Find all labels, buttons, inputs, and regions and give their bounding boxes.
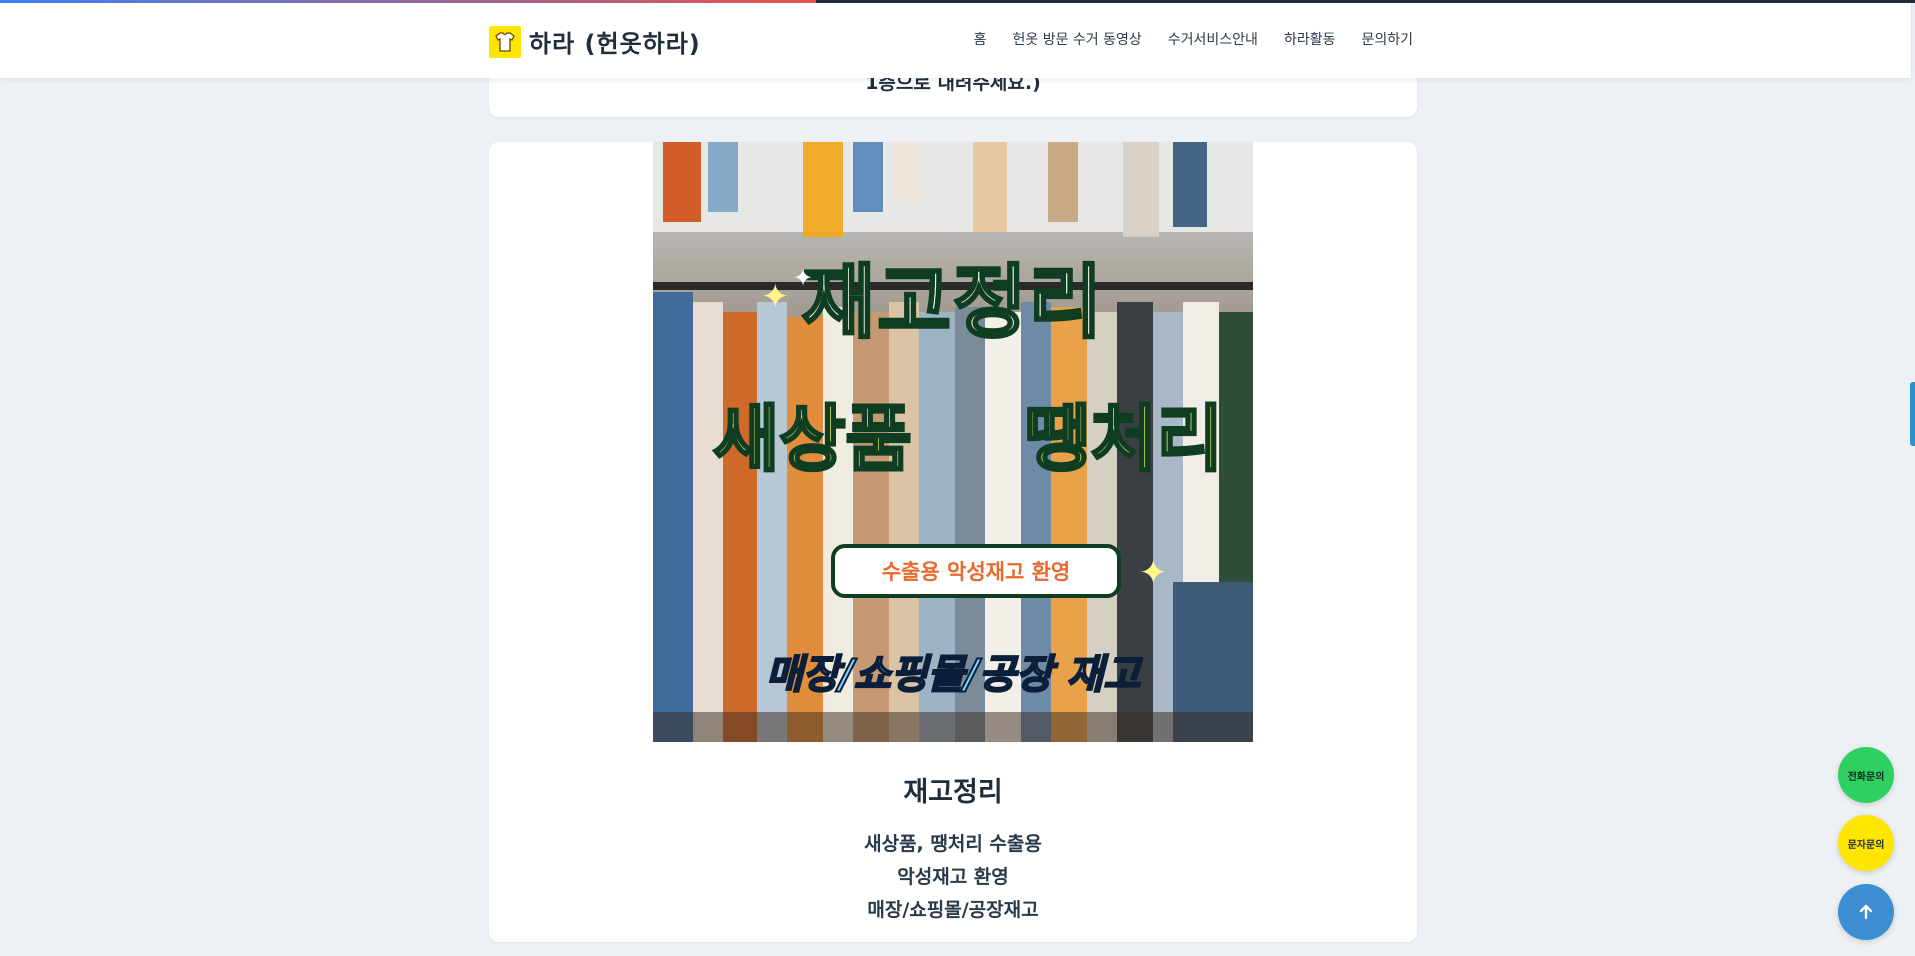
image-pill: 수출용 악성재고 환영 [831,544,1121,598]
image-line2-right: 땡처리 [1023,396,1225,483]
nav-pickup-video[interactable]: 헌옷 방문 수거 동영상 [1012,29,1141,49]
scroll-progress-bar [0,0,1915,3]
nav-contact[interactable]: 문의하기 [1361,29,1413,49]
image-bottom-text: 매장/쇼핑몰/공장 재고 [765,651,1141,699]
nav-home[interactable]: 홈 [974,29,987,49]
card-title: 재고정리 [903,777,1003,808]
arrow-up-icon [1859,904,1873,920]
card-description: 새상품, 땡처리 수출용 악성재고 환영 매장/쇼핑몰/공장재고 [489,828,1417,927]
site-header: 하라 (헌옷하라) 홈 헌옷 방문 수거 동영상 수거서비스안내 하라활동 문의… [0,0,1911,78]
nav-activities[interactable]: 하라활동 [1284,29,1336,49]
call-inquiry-button[interactable]: 전화문의 [1838,747,1894,803]
nav-service-guide[interactable]: 수거서비스안내 [1168,29,1258,49]
scroll-progress-fill [0,0,816,3]
image-headline: 재고정리 [800,255,1105,351]
scroll-top-button[interactable] [1838,884,1894,940]
description-line: 악성재고 환영 [897,866,1009,888]
service-card: 재고정리 새상품 땡처리 수출용 악성재고 환영 매장/쇼핑몰/공장 재고 ✦ … [489,142,1417,942]
side-tab[interactable] [1910,382,1915,446]
sparkle-icon: ✦ [761,277,790,317]
sparkle-icon: ✦ [793,264,814,292]
description-line: 새상품, 땡처리 수출용 [864,833,1042,855]
sparkle-icon: ✦ [1139,553,1168,593]
main-nav: 홈 헌옷 방문 수거 동영상 수거서비스안내 하라활동 문의하기 [974,29,1413,49]
site-logo[interactable]: 하라 (헌옷하라) [489,24,701,59]
description-line: 매장/쇼핑몰/공장재고 [867,899,1039,921]
tshirt-icon [489,25,521,58]
service-image: 재고정리 새상품 땡처리 수출용 악성재고 환영 매장/쇼핑몰/공장 재고 ✦ … [653,142,1253,742]
logo-text: 하라 (헌옷하라) [529,30,701,58]
image-line2-left: 새상품 [712,396,914,483]
sms-inquiry-button[interactable]: 문자문의 [1838,815,1894,871]
